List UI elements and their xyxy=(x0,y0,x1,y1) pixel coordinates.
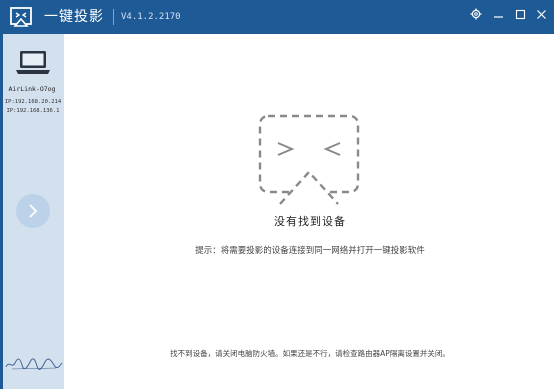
close-icon xyxy=(536,9,546,19)
close-button[interactable] xyxy=(532,5,550,23)
maximize-icon xyxy=(515,9,525,19)
settings-button[interactable] xyxy=(467,5,485,23)
app-logo-icon xyxy=(10,7,32,27)
title-bar[interactable]: 一键投影 V4.1.2.2170 xyxy=(0,0,554,34)
no-device-icon xyxy=(258,114,360,205)
device-item[interactable]: AirLink-O7og IP:192.168.20.214 IP:192.16… xyxy=(0,48,64,120)
device-ip-2: IP:192.168.136.1 xyxy=(6,108,60,114)
laptop-icon xyxy=(16,51,50,74)
app-version: V4.1.2.2170 xyxy=(121,12,181,22)
chevron-right-icon xyxy=(29,204,38,218)
next-device-button[interactable] xyxy=(16,194,50,228)
hint-text: 提示：将需要投影的设备连接到同一网络并打开一键投影软件 xyxy=(195,246,425,256)
maximize-button[interactable] xyxy=(511,5,529,23)
minimize-icon xyxy=(493,15,503,18)
empty-state-title: 没有找到设备 xyxy=(274,215,346,228)
gear-icon xyxy=(470,8,482,20)
app-title: 一键投影 xyxy=(44,9,104,25)
title-divider xyxy=(113,9,114,25)
device-name: AirLink-O7og xyxy=(8,85,56,93)
device-ip-1: IP:192.168.20.214 xyxy=(4,99,62,105)
footer-tip: 找不到设备，请关闭电脑防火墙。如果还是不行，请检查路由器AP隔离设置并关闭。 xyxy=(170,349,450,358)
signature xyxy=(5,358,63,370)
minimize-button[interactable] xyxy=(489,5,507,23)
